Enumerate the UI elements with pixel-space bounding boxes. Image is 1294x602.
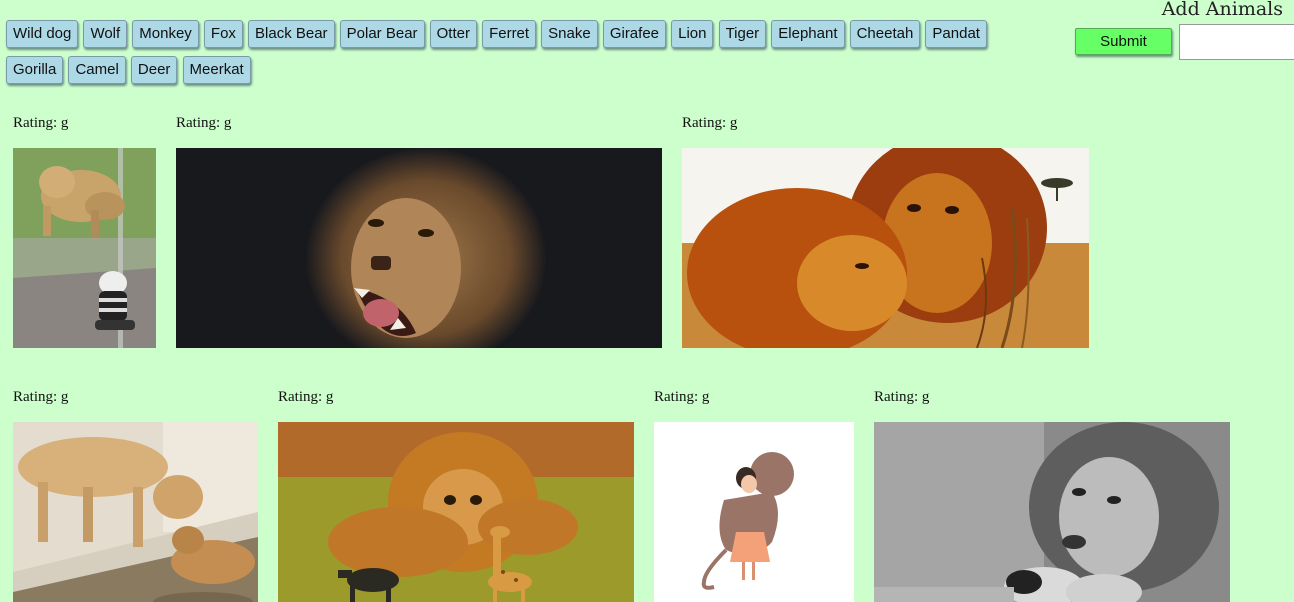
animal-button-snake[interactable]: Snake (541, 20, 598, 48)
gif-image[interactable] (176, 148, 662, 348)
animal-button-black-bear[interactable]: Black Bear (248, 20, 335, 48)
gif-image[interactable] (654, 422, 854, 602)
gif-rating: Rating: g (176, 115, 232, 131)
animal-button-lion[interactable]: Lion (671, 20, 714, 48)
animal-button-pandat[interactable]: Pandat (925, 20, 987, 48)
gif-rating: Rating: g (874, 389, 930, 405)
giphy-animals-page: Wild dog Wolf Monkey Fox Black Bear Pola… (0, 0, 1294, 602)
animal-button-tiger[interactable]: Tiger (718, 20, 767, 48)
gif-image[interactable] (13, 148, 156, 348)
animal-button-ferret[interactable]: Ferret (482, 20, 537, 48)
animal-button-deer[interactable]: Deer (130, 56, 178, 84)
animal-button-fox[interactable]: Fox (203, 20, 243, 48)
form-title: Add Animals (1161, 0, 1283, 20)
animal-button-otter[interactable]: Otter (429, 20, 477, 48)
animal-button-polar-bear[interactable]: Polar Bear (339, 20, 425, 48)
animal-button-elephant[interactable]: Elephant (771, 20, 845, 48)
animal-button-monkey[interactable]: Monkey (132, 20, 199, 48)
animal-button-camel[interactable]: Camel (68, 56, 126, 84)
animal-button-wild-dog[interactable]: Wild dog (6, 20, 79, 48)
gif-rating: Rating: g (682, 115, 738, 131)
animal-button-cheetah[interactable]: Cheetah (849, 20, 921, 48)
gif-image[interactable] (682, 148, 1089, 348)
gif-image[interactable] (874, 422, 1230, 602)
gif-rating: Rating: g (654, 389, 710, 405)
animal-buttons: Wild dog Wolf Monkey Fox Black Bear Pola… (6, 20, 1046, 92)
submit-button[interactable]: Submit (1075, 28, 1172, 55)
gif-rating: Rating: g (278, 389, 334, 405)
animal-button-girafee[interactable]: Girafee (602, 20, 667, 48)
gif-rating: Rating: g (13, 389, 69, 405)
gif-rating: Rating: g (13, 115, 69, 131)
gif-image[interactable] (278, 422, 634, 602)
animal-button-gorilla[interactable]: Gorilla (6, 56, 64, 84)
animal-button-meerkat[interactable]: Meerkat (182, 56, 251, 84)
animal-name-input[interactable] (1179, 24, 1294, 60)
gif-image[interactable] (13, 422, 258, 602)
animal-button-wolf[interactable]: Wolf (83, 20, 128, 48)
